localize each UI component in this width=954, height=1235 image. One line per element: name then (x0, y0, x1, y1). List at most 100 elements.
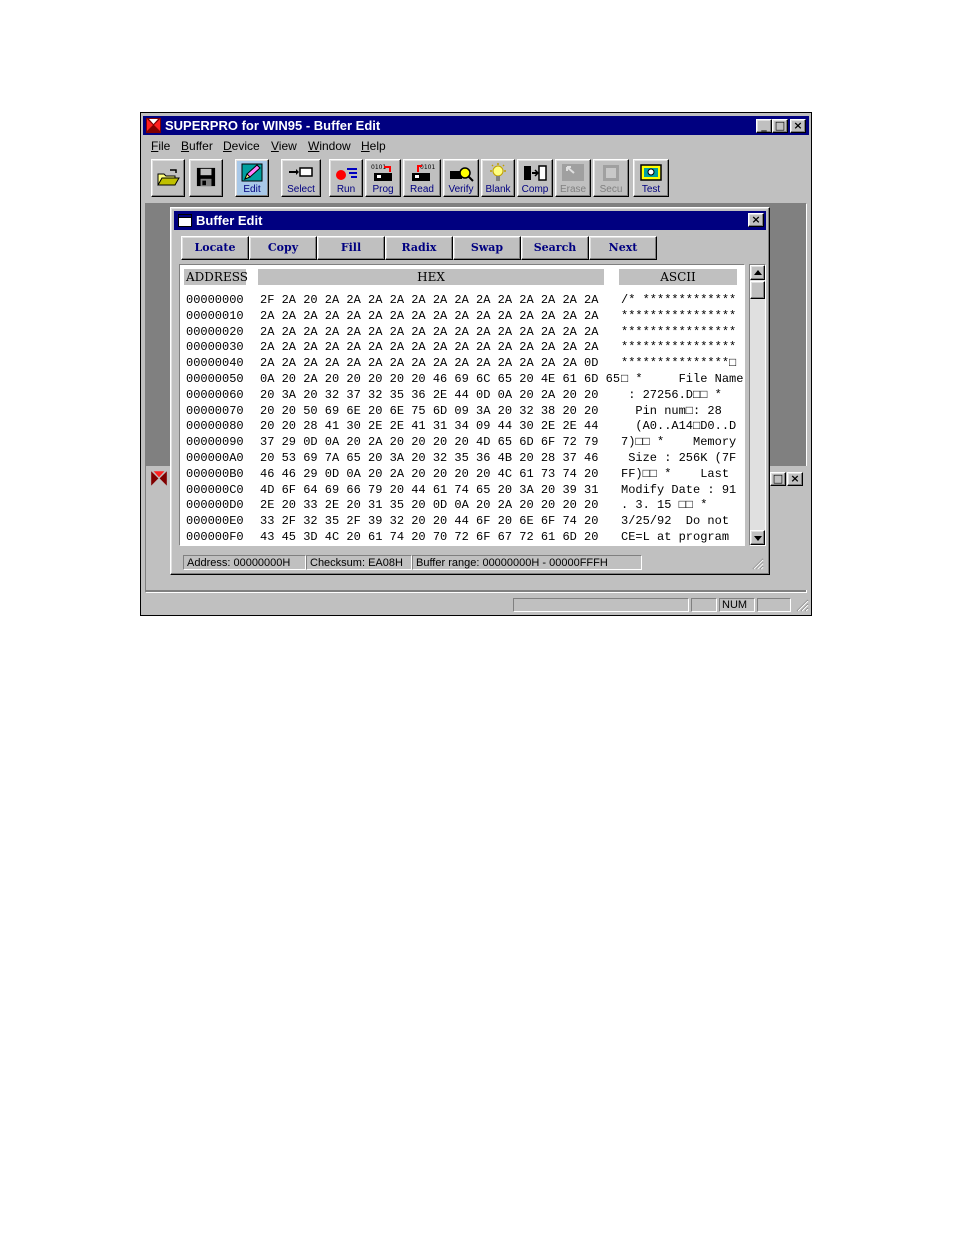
next-button[interactable]: Next (589, 236, 657, 260)
svg-text:0101: 0101 (420, 164, 435, 171)
hex-row[interactable]: 00000060 20 3A 20 32 37 32 35 36 2E 44 0D… (180, 388, 744, 404)
hex-row[interactable]: 00000010 2A 2A 2A 2A 2A 2A 2A 2A 2A 2A 2A… (180, 309, 744, 325)
locate-button[interactable]: Locate (181, 236, 249, 260)
run-label: Run (336, 184, 356, 195)
row-ascii[interactable]: (A0..A14□D0..D (621, 419, 736, 433)
open-button[interactable] (151, 159, 185, 197)
read-button[interactable]: 0101 Read (403, 159, 441, 197)
hex-row[interactable]: 00000040 2A 2A 2A 2A 2A 2A 2A 2A 2A 2A 2A… (180, 356, 744, 372)
menu-file[interactable]: File (151, 139, 170, 153)
search-button[interactable]: Search (521, 236, 589, 260)
hex-grid[interactable]: ADDRESS HEX ASCII 00000000 2F 2A 20 2A 2A… (179, 264, 745, 546)
status-checksum: Checksum: EA08H (306, 555, 412, 570)
row-ascii[interactable]: **************** (621, 340, 736, 354)
radix-button[interactable]: Radix (385, 236, 453, 260)
row-ascii[interactable]: 3/25/92 Do not (621, 514, 729, 528)
row-hex-bytes[interactable]: 4D 6F 64 69 66 79 20 44 61 74 65 20 3A 2… (260, 483, 598, 497)
buffer-close-button[interactable]: × (748, 213, 764, 227)
hex-row[interactable]: 000000A0 20 53 69 7A 65 20 3A 20 32 35 36… (180, 451, 744, 467)
copy-button[interactable]: Copy (249, 236, 317, 260)
row-ascii[interactable]: : 27256.D□□ * (621, 388, 722, 402)
row-hex-bytes[interactable]: 2E 20 33 2E 20 31 35 20 0D 0A 20 2A 20 2… (260, 498, 598, 512)
floppy-disk-icon (196, 167, 216, 187)
row-hex-bytes[interactable]: 20 3A 20 32 37 32 35 36 2E 44 0D 0A 20 2… (260, 388, 598, 402)
row-ascii[interactable]: Pin num□: 28 (621, 404, 721, 418)
menu-view[interactable]: View (271, 139, 297, 153)
row-ascii[interactable]: Modify Date : 91 (621, 483, 736, 497)
secu-button[interactable]: Secu (593, 159, 629, 197)
hex-row[interactable]: 00000020 2A 2A 2A 2A 2A 2A 2A 2A 2A 2A 2A… (180, 325, 744, 341)
menu-device[interactable]: Device (223, 139, 260, 153)
status-panel-blank (691, 598, 717, 612)
row-ascii[interactable]: . 3. 15 □□ * (621, 498, 707, 512)
verify-button[interactable]: Verify (443, 159, 479, 197)
hex-row[interactable]: 00000030 2A 2A 2A 2A 2A 2A 2A 2A 2A 2A 2A… (180, 340, 744, 356)
row-ascii[interactable]: CE=L at program (621, 530, 729, 544)
maximize-button[interactable]: □ (772, 119, 788, 133)
row-ascii[interactable]: **************** (621, 309, 736, 323)
resize-grip-icon[interactable] (795, 598, 809, 612)
app-title-bar[interactable]: SUPERPRO for WIN95 - Buffer Edit _ □ × (143, 116, 809, 135)
hex-row[interactable]: 000000C0 4D 6F 64 69 66 79 20 44 61 74 65… (180, 483, 744, 499)
row-ascii[interactable]: □ * File Name (621, 372, 743, 386)
row-hex-bytes[interactable]: 43 45 3D 4C 20 61 74 20 70 72 6F 67 72 6… (260, 530, 598, 544)
scroll-up-button[interactable] (750, 265, 765, 280)
bg-close-button[interactable]: × (787, 472, 803, 486)
close-button[interactable]: × (790, 119, 806, 133)
row-ascii[interactable]: Size : 256K (7F (621, 451, 736, 465)
hex-row[interactable]: 00000000 2F 2A 20 2A 2A 2A 2A 2A 2A 2A 2A… (180, 293, 744, 309)
row-address: 000000E0 (186, 514, 244, 529)
save-button[interactable] (189, 159, 223, 197)
vertical-scrollbar[interactable] (749, 264, 766, 546)
row-ascii[interactable]: **************** (621, 325, 736, 339)
hex-row[interactable]: 00000050 0A 20 2A 20 20 20 20 20 46 69 6C… (180, 372, 744, 388)
blank-button[interactable]: Blank (481, 159, 515, 197)
row-address: 000000A0 (186, 451, 244, 465)
menu-buffer[interactable]: Buffer (181, 139, 213, 153)
hex-row[interactable]: 00000070 20 20 50 69 6E 20 6E 75 6D 09 3A… (180, 404, 744, 420)
scroll-down-button[interactable] (750, 530, 765, 545)
run-button[interactable]: Run (329, 159, 363, 197)
erase-button[interactable]: Erase (555, 159, 591, 197)
row-hex-bytes[interactable]: 2A 2A 2A 2A 2A 2A 2A 2A 2A 2A 2A 2A 2A 2… (260, 325, 598, 339)
hex-row[interactable]: 000000F0 43 45 3D 4C 20 61 74 20 70 72 6F… (180, 530, 744, 545)
row-hex-bytes[interactable]: 2F 2A 20 2A 2A 2A 2A 2A 2A 2A 2A 2A 2A 2… (260, 293, 598, 307)
comp-label: Comp (521, 184, 549, 195)
row-ascii[interactable]: /* ************* (621, 293, 736, 307)
row-hex-bytes[interactable]: 37 29 0D 0A 20 2A 20 20 20 20 4D 65 6D 6… (260, 435, 598, 449)
select-button[interactable]: Select (281, 159, 321, 197)
buffer-edit-title-bar[interactable]: Buffer Edit × (174, 211, 766, 230)
row-hex-bytes[interactable]: 2A 2A 2A 2A 2A 2A 2A 2A 2A 2A 2A 2A 2A 2… (260, 356, 598, 370)
minimize-button[interactable]: _ (756, 119, 772, 133)
hex-row[interactable]: 000000B0 46 46 29 0D 0A 20 2A 20 20 20 20… (180, 467, 744, 483)
menu-help[interactable]: Help (361, 139, 386, 153)
row-address: 00000050 (186, 372, 244, 386)
row-hex-bytes[interactable]: 2A 2A 2A 2A 2A 2A 2A 2A 2A 2A 2A 2A 2A 2… (260, 340, 598, 354)
swap-button[interactable]: Swap (453, 236, 521, 260)
hex-row[interactable]: 00000090 37 29 0D 0A 20 2A 20 20 20 20 4D… (180, 435, 744, 451)
menu-window[interactable]: Window (308, 139, 351, 153)
hex-row[interactable]: 00000080 20 20 28 41 30 2E 2E 41 31 34 09… (180, 419, 744, 435)
bg-restore-button[interactable]: □ (770, 472, 786, 486)
row-hex-bytes[interactable]: 0A 20 2A 20 20 20 20 20 46 69 6C 65 20 4… (260, 372, 620, 386)
row-hex-bytes[interactable]: 20 20 50 69 6E 20 6E 75 6D 09 3A 20 32 3… (260, 404, 598, 418)
prog-button[interactable]: 0101 Prog (365, 159, 401, 197)
row-hex-bytes[interactable]: 2A 2A 2A 2A 2A 2A 2A 2A 2A 2A 2A 2A 2A 2… (260, 309, 598, 323)
comp-button[interactable]: Comp (517, 159, 553, 197)
hex-row[interactable]: 000000E0 33 2F 32 35 2F 39 32 20 20 44 6F… (180, 514, 744, 530)
fill-button[interactable]: Fill (317, 236, 385, 260)
scroll-thumb[interactable] (750, 281, 765, 299)
row-hex-bytes[interactable]: 20 20 28 41 30 2E 2E 41 31 34 09 44 30 2… (260, 419, 598, 433)
hex-row[interactable]: 000000D0 2E 20 33 2E 20 31 35 20 0D 0A 20… (180, 498, 744, 514)
minimize-icon: _ (761, 119, 767, 132)
row-ascii[interactable]: 7)□□ * Memory (621, 435, 736, 449)
test-button[interactable]: Test (633, 159, 669, 197)
edit-button[interactable]: Edit (235, 159, 269, 197)
row-hex-bytes[interactable]: 20 53 69 7A 65 20 3A 20 32 35 36 4B 20 2… (260, 451, 598, 465)
resize-grip-icon[interactable] (751, 557, 764, 570)
select-label: Select (287, 184, 315, 195)
row-hex-bytes[interactable]: 33 2F 32 35 2F 39 32 20 20 44 6F 20 6E 6… (260, 514, 598, 528)
row-ascii[interactable]: FF)□□ * Last (621, 467, 729, 481)
row-ascii[interactable]: ***************□ (621, 356, 736, 370)
row-hex-bytes[interactable]: 46 46 29 0D 0A 20 2A 20 20 20 20 4C 61 7… (260, 467, 598, 481)
